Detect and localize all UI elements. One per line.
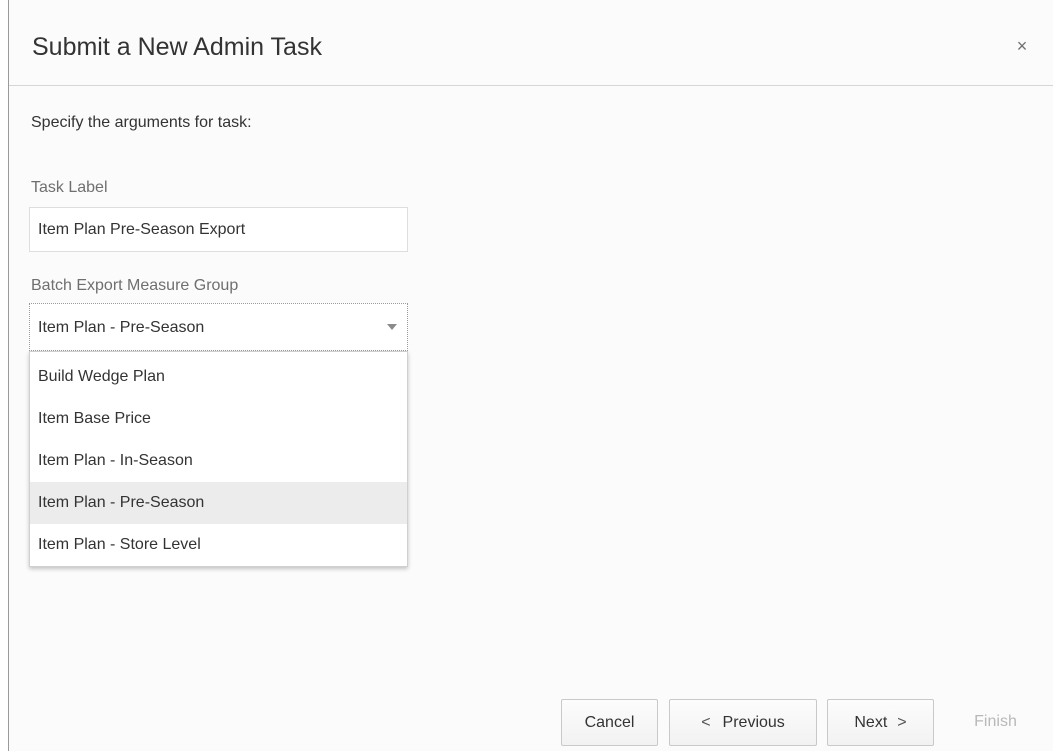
chevron-left-icon: < <box>701 714 711 731</box>
task-label-input[interactable] <box>29 207 408 252</box>
measure-group-label: Batch Export Measure Group <box>31 277 239 294</box>
admin-task-dialog: Submit a New Admin Task × Specify the ar… <box>8 0 1053 751</box>
dropdown-option-item-plan-store-level[interactable]: Item Plan - Store Level <box>30 524 407 566</box>
dropdown-option-build-wedge-plan[interactable]: Build Wedge Plan <box>30 356 407 398</box>
next-button-label: Next <box>854 714 888 731</box>
chevron-down-icon[interactable] <box>387 324 397 330</box>
cancel-button[interactable]: Cancel <box>561 699 658 746</box>
measure-group-selected-value: Item Plan - Pre-Season <box>38 319 205 336</box>
next-button[interactable]: Next > <box>827 699 934 746</box>
measure-group-dropdown: Build Wedge Plan Item Base Price Item Pl… <box>29 351 408 567</box>
task-label-label: Task Label <box>31 179 108 196</box>
cancel-button-label: Cancel <box>584 714 635 731</box>
dialog-header: Submit a New Admin Task × <box>9 0 1053 86</box>
chevron-right-icon: > <box>897 714 907 731</box>
dialog-title: Submit a New Admin Task <box>32 33 322 61</box>
finish-button[interactable]: Finish <box>945 699 1046 746</box>
dropdown-option-item-plan-in-season[interactable]: Item Plan - In-Season <box>30 440 407 482</box>
dropdown-option-item-base-price[interactable]: Item Base Price <box>30 398 407 440</box>
close-icon[interactable]: × <box>1013 36 1031 56</box>
previous-button[interactable]: < Previous <box>669 699 817 746</box>
finish-button-label: Finish <box>974 713 1017 730</box>
measure-group-select[interactable]: Item Plan - Pre-Season <box>29 303 408 351</box>
instruction-text: Specify the arguments for task: <box>31 114 252 131</box>
dropdown-option-item-plan-pre-season[interactable]: Item Plan - Pre-Season <box>30 482 407 524</box>
previous-button-label: Previous <box>722 714 785 731</box>
